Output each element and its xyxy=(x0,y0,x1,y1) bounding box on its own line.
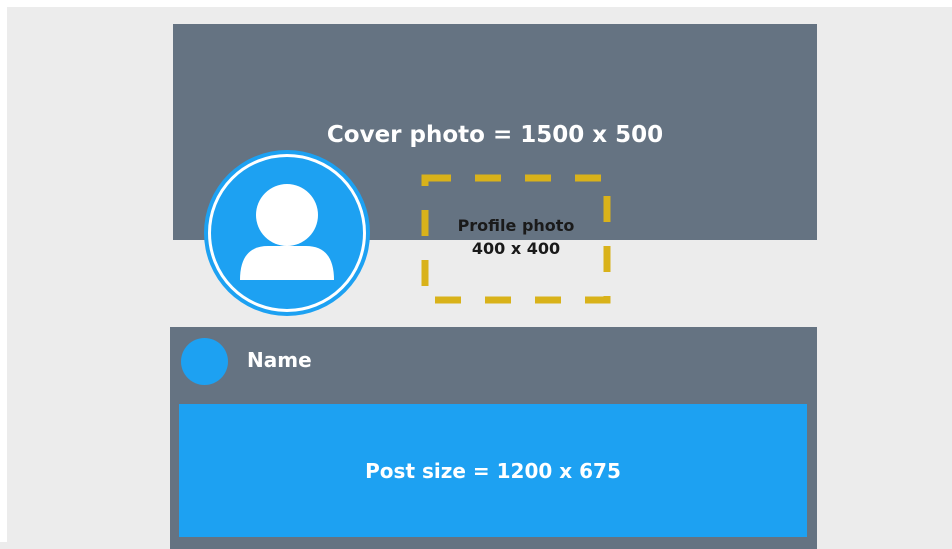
profile-photo-label-line2: 400 x 400 xyxy=(471,239,561,258)
profile-photo-dashed-frame: Profile photo 400 x 400 xyxy=(421,174,611,304)
name-avatar-dot xyxy=(181,338,228,385)
cover-photo-label: Cover photo = 1500 x 500 xyxy=(326,122,664,148)
canvas: Cover photo = 1500 x 500 Profile photo 4… xyxy=(0,0,952,549)
post-size-label: Post size = 1200 x 675 xyxy=(365,459,621,483)
name-label: Name xyxy=(247,348,312,372)
user-avatar-icon xyxy=(240,184,334,280)
post-card: Name Post size = 1200 x 675 xyxy=(170,327,817,549)
post-image-area: Post size = 1200 x 675 xyxy=(179,404,807,537)
profile-photo-label-line1: Profile photo xyxy=(457,216,575,235)
profile-photo-label: Profile photo 400 x 400 xyxy=(421,214,611,260)
profile-avatar xyxy=(204,150,370,316)
